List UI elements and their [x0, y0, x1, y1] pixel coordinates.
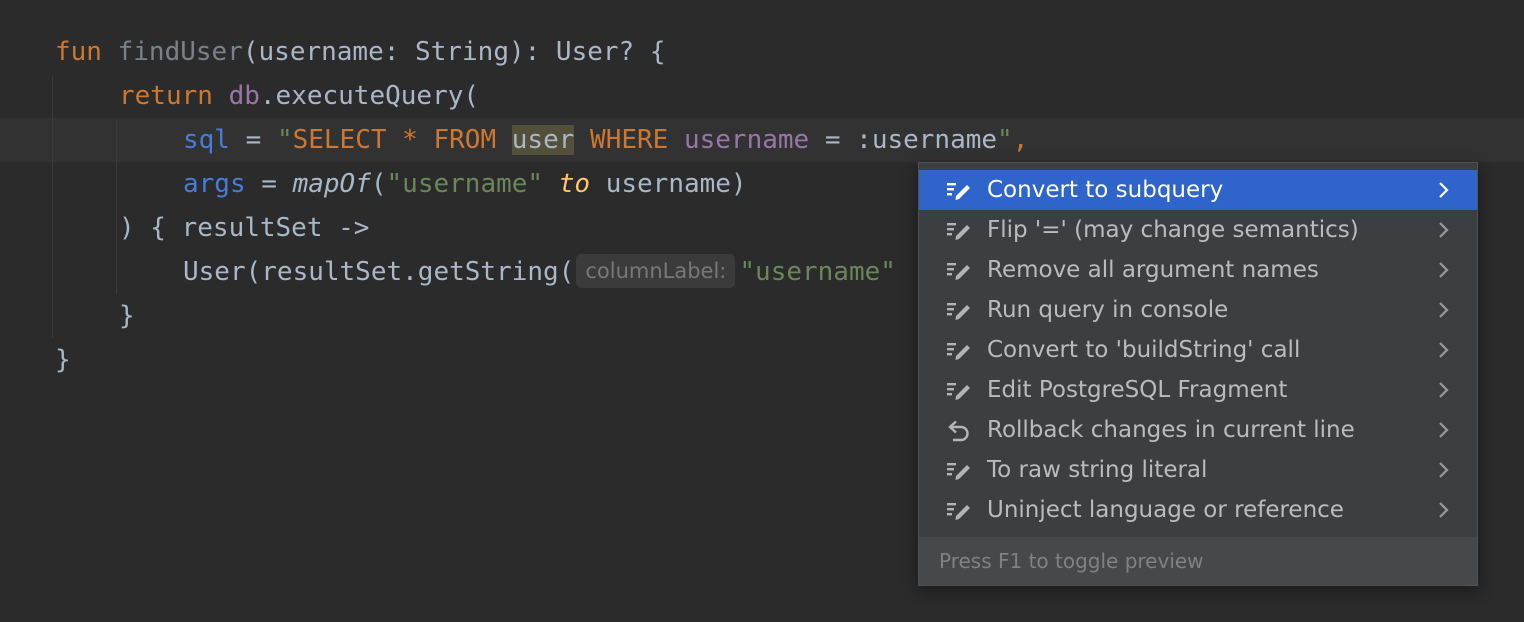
code-line-1[interactable]: fun findUser(username: String): User? {	[55, 30, 666, 74]
execute-query-call: .executeQuery(	[259, 81, 480, 111]
menu-item-remove-argument-names[interactable]: Remove all argument names	[919, 250, 1477, 290]
intention-icon	[945, 218, 973, 242]
menu-item-label: Convert to subquery	[987, 177, 1224, 203]
menu-item-label: Run query in console	[987, 297, 1229, 323]
chevron-right-icon	[1431, 258, 1455, 282]
indent-guide	[116, 250, 117, 294]
assign-op: =	[245, 169, 293, 199]
function-name: findUser	[117, 37, 243, 67]
intention-icon	[945, 498, 973, 522]
paren-open: (	[370, 169, 387, 199]
menu-item-convert-to-buildstring[interactable]: Convert to 'buildString' call	[919, 330, 1477, 370]
chevron-right-icon	[1431, 378, 1455, 402]
chevron-right-icon	[1431, 498, 1455, 522]
user-constructor-call: User(resultSet.getString(	[183, 257, 575, 287]
comma: ,	[1012, 125, 1029, 155]
sql-star: *	[386, 125, 434, 155]
menu-item-label: Convert to 'buildString' call	[987, 337, 1301, 363]
sql-where: WHERE	[574, 125, 684, 155]
mapof-call: mapOf	[292, 169, 371, 199]
menu-item-run-query-in-console[interactable]: Run query in console	[919, 290, 1477, 330]
sql-space	[496, 125, 512, 155]
code-line-4[interactable]: args = mapOf("username" to username)	[183, 162, 747, 206]
parameter-hint: columnLabel:	[576, 253, 736, 288]
menu-item-edit-postgresql-fragment[interactable]: Edit PostgreSQL Fragment	[919, 370, 1477, 410]
menu-item-flip-equals[interactable]: Flip '=' (may change semantics)	[919, 210, 1477, 250]
closing-brace: }	[119, 301, 135, 331]
menu-item-label: Rollback changes in current line	[987, 417, 1355, 443]
intention-icon	[945, 258, 973, 282]
chevron-right-icon	[1431, 418, 1455, 442]
menu-item-to-raw-string-literal[interactable]: To raw string literal	[919, 450, 1477, 490]
string-quote-open: "	[276, 125, 293, 155]
infix-to: to	[543, 169, 591, 199]
sql-from: FROM	[433, 125, 497, 155]
menu-item-uninject-language[interactable]: Uninject language or reference	[919, 490, 1477, 530]
chevron-right-icon	[1431, 298, 1455, 322]
string-quote-close: "	[997, 125, 1013, 155]
menu-item-label: To raw string literal	[987, 457, 1208, 483]
sql-condition: = :username	[809, 125, 998, 155]
undo-icon	[945, 418, 973, 442]
intention-icon	[945, 378, 973, 402]
menu-item-label: Edit PostgreSQL Fragment	[987, 377, 1288, 403]
intention-icon	[945, 178, 973, 202]
intention-icon	[945, 458, 973, 482]
chevron-right-icon	[1431, 218, 1455, 242]
named-arg-sql: sql	[183, 125, 230, 155]
code-line-7[interactable]: }	[119, 294, 135, 338]
code-line-5[interactable]: ) { resultSet ->	[119, 206, 369, 250]
code-editor[interactable]: fun findUser(username: String): User? { …	[0, 0, 1524, 622]
intention-list: Convert to subquery Flip '=' (may change…	[919, 170, 1477, 530]
intention-actions-popup: Convert to subquery Flip '=' (may change…	[918, 162, 1478, 586]
keyword-return: return	[119, 81, 213, 111]
menu-item-label: Uninject language or reference	[987, 497, 1344, 523]
sql-column: username	[683, 125, 810, 155]
receiver-db: db	[228, 81, 260, 111]
code-line-2[interactable]: return db.executeQuery(	[119, 74, 479, 118]
keyword-fun: fun	[55, 37, 102, 67]
assign-op: =	[229, 125, 277, 155]
chevron-right-icon	[1431, 178, 1455, 202]
indent-guide	[52, 76, 53, 338]
menu-item-label: Flip '=' (may change semantics)	[987, 217, 1359, 243]
code-line-8[interactable]: }	[55, 338, 71, 382]
string-username: "username"	[386, 169, 544, 199]
code-line-6[interactable]: User(resultSet.getString(columnLabel: "us…	[183, 250, 896, 294]
lambda-header: ) { resultSet ->	[119, 213, 370, 243]
popup-footer-hint: Press F1 to toggle preview	[919, 537, 1477, 585]
menu-item-convert-to-subquery[interactable]: Convert to subquery	[919, 170, 1477, 210]
named-arg-args: args	[183, 169, 246, 199]
intention-icon	[945, 338, 973, 362]
menu-item-label: Remove all argument names	[987, 257, 1319, 283]
sql-table-user[interactable]: user	[511, 125, 575, 155]
sql-select: SELECT	[292, 125, 387, 155]
intention-icon	[945, 298, 973, 322]
string-username-arg: "username"	[739, 257, 896, 287]
chevron-right-icon	[1431, 338, 1455, 362]
chevron-right-icon	[1431, 458, 1455, 482]
menu-item-rollback-changes[interactable]: Rollback changes in current line	[919, 410, 1477, 450]
username-ref: username)	[590, 169, 747, 199]
function-signature: (username: String): User? {	[242, 37, 666, 67]
closing-brace: }	[55, 345, 71, 375]
code-line-3[interactable]: sql = "SELECT * FROM user WHERE username…	[183, 118, 1028, 162]
